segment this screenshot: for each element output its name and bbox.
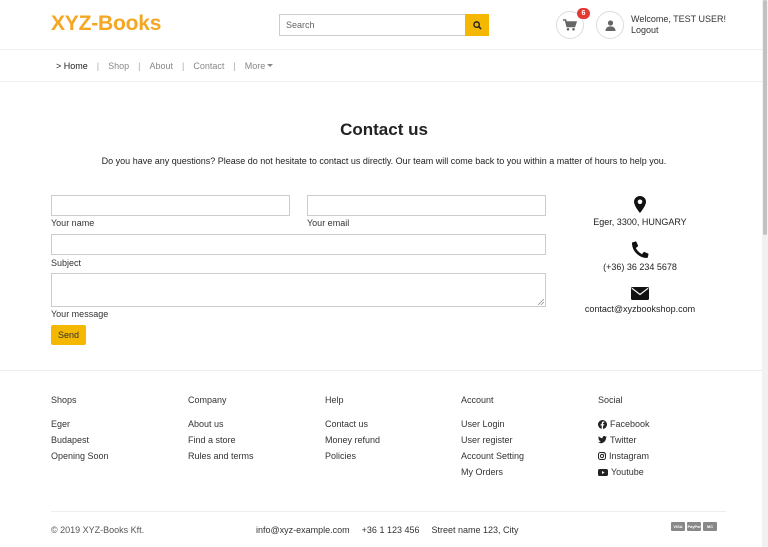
footer-divider <box>51 511 726 512</box>
facebook-icon <box>598 419 607 429</box>
search-icon <box>472 20 482 30</box>
page-title: Contact us <box>340 120 428 139</box>
main-nav: > Home | Shop | About | Contact | More <box>0 51 768 82</box>
footer-column-shops: Shops Eger Budapest Opening Soon <box>51 395 109 464</box>
site-logo[interactable]: XYZ-Books <box>51 12 161 36</box>
footer-link[interactable]: Policies <box>325 448 380 464</box>
message-label: Your message <box>51 309 109 319</box>
footer-heading: Shops <box>51 395 77 405</box>
footer-link[interactable]: Account Setting <box>461 448 524 464</box>
nav-item-shop[interactable]: Shop <box>108 61 129 71</box>
footer-link[interactable]: Money refund <box>325 432 380 448</box>
facebook-label: Facebook <box>610 419 650 429</box>
footer-link[interactable]: About us <box>188 416 254 432</box>
email-label: Your email <box>307 218 350 228</box>
chevron-down-icon <box>267 64 274 68</box>
message-field[interactable] <box>51 273 546 307</box>
twitter-link[interactable]: Twitter <box>598 432 650 448</box>
footer-link[interactable]: Find a store <box>188 432 254 448</box>
address-info: Eger, 3300, HUNGARY <box>580 196 700 227</box>
cart-button[interactable]: 6 <box>556 8 590 39</box>
footer-phone: +36 1 123 456 <box>361 525 420 535</box>
email-text[interactable]: contact@xyzbookshop.com <box>580 304 700 314</box>
scrollbar-thumb[interactable] <box>763 0 767 235</box>
footer-contact-info: info@xyz-example.com +36 1 123 456 Stree… <box>256 525 531 535</box>
contact-intro: Do you have any questions? Please do not… <box>101 156 667 166</box>
footer-link[interactable]: Rules and terms <box>188 448 254 464</box>
address-text: Eger, 3300, HUNGARY <box>593 217 687 227</box>
map-marker-icon <box>634 196 646 213</box>
mastercard-icon: MC <box>703 522 717 531</box>
footer-link[interactable]: Contact us <box>325 416 380 432</box>
instagram-label: Instagram <box>609 451 650 461</box>
footer-column-account: Account User Login User register Account… <box>461 395 524 480</box>
footer-column-company: Company About us Find a store Rules and … <box>188 395 254 464</box>
nav-item-contact[interactable]: Contact <box>193 61 224 71</box>
nav-separator: | <box>138 61 141 71</box>
send-button[interactable]: Send <box>51 325 86 345</box>
user-avatar[interactable] <box>596 11 624 39</box>
paypal-icon: PayPal <box>687 522 701 531</box>
nav-separator: | <box>96 61 100 71</box>
nav-item-more-label: More <box>244 61 266 71</box>
phone-info: (+36) 36 234 5678 <box>580 241 700 272</box>
envelope-icon <box>631 287 649 300</box>
footer-heading: Social <box>598 395 623 405</box>
youtube-icon <box>598 468 608 476</box>
welcome-text: Welcome, TEST USER! <box>631 14 727 24</box>
footer-link[interactable]: Eger <box>51 416 109 432</box>
search-input[interactable] <box>279 14 465 36</box>
footer-link[interactable]: My Orders <box>461 464 524 480</box>
nav-separator: | <box>182 61 185 71</box>
twitter-label: Twitter <box>610 435 637 445</box>
youtube-link[interactable]: Youtube <box>598 464 650 480</box>
user-icon <box>605 19 615 31</box>
nav-separator: | <box>233 61 236 71</box>
email-field[interactable] <box>307 195 546 216</box>
footer-link[interactable]: User register <box>461 432 524 448</box>
resize-handle-icon[interactable] <box>538 299 544 305</box>
subject-label: Subject <box>51 258 82 268</box>
footer-link[interactable]: Opening Soon <box>51 448 109 464</box>
name-field[interactable] <box>51 195 290 216</box>
cart-count-badge: 6 <box>577 8 590 19</box>
search-button[interactable] <box>465 14 489 36</box>
facebook-link[interactable]: Facebook <box>598 416 650 432</box>
nav-item-more[interactable]: More <box>245 61 274 71</box>
footer-link[interactable]: User Login <box>461 416 524 432</box>
nav-item-home[interactable]: > Home <box>56 61 88 71</box>
youtube-label: Youtube <box>611 467 644 477</box>
instagram-icon <box>598 452 606 460</box>
payment-icons: VISA PayPal MC <box>671 522 719 531</box>
logout-link[interactable]: Logout <box>631 25 659 35</box>
instagram-link[interactable]: Instagram <box>598 448 650 464</box>
twitter-icon <box>598 436 607 444</box>
visa-icon: VISA <box>671 522 685 531</box>
footer-heading: Help <box>325 395 344 405</box>
email-info: contact@xyzbookshop.com <box>580 287 700 314</box>
copyright-text: © 2019 XYZ-Books Kft. <box>51 525 145 535</box>
nav-item-about[interactable]: About <box>149 61 173 71</box>
footer-address: Street name 123, City <box>431 525 519 535</box>
phone-text: (+36) 36 234 5678 <box>603 262 677 272</box>
footer-email[interactable]: info@xyz-example.com <box>256 525 350 535</box>
subject-field[interactable] <box>51 234 546 255</box>
footer-link[interactable]: Budapest <box>51 432 109 448</box>
footer-column-social: Social Facebook Twitter Instagram Youtub… <box>598 395 650 480</box>
site-header: XYZ-Books 6 Welcome, TEST USER! Logout <box>0 0 768 50</box>
footer-heading: Company <box>188 395 227 405</box>
cart-icon <box>563 19 577 31</box>
name-label: Your name <box>51 218 95 228</box>
section-divider <box>0 370 768 371</box>
footer-column-help: Help Contact us Money refund Policies <box>325 395 380 464</box>
search-bar <box>279 14 489 36</box>
phone-icon <box>631 241 649 258</box>
footer-heading: Account <box>461 395 494 405</box>
